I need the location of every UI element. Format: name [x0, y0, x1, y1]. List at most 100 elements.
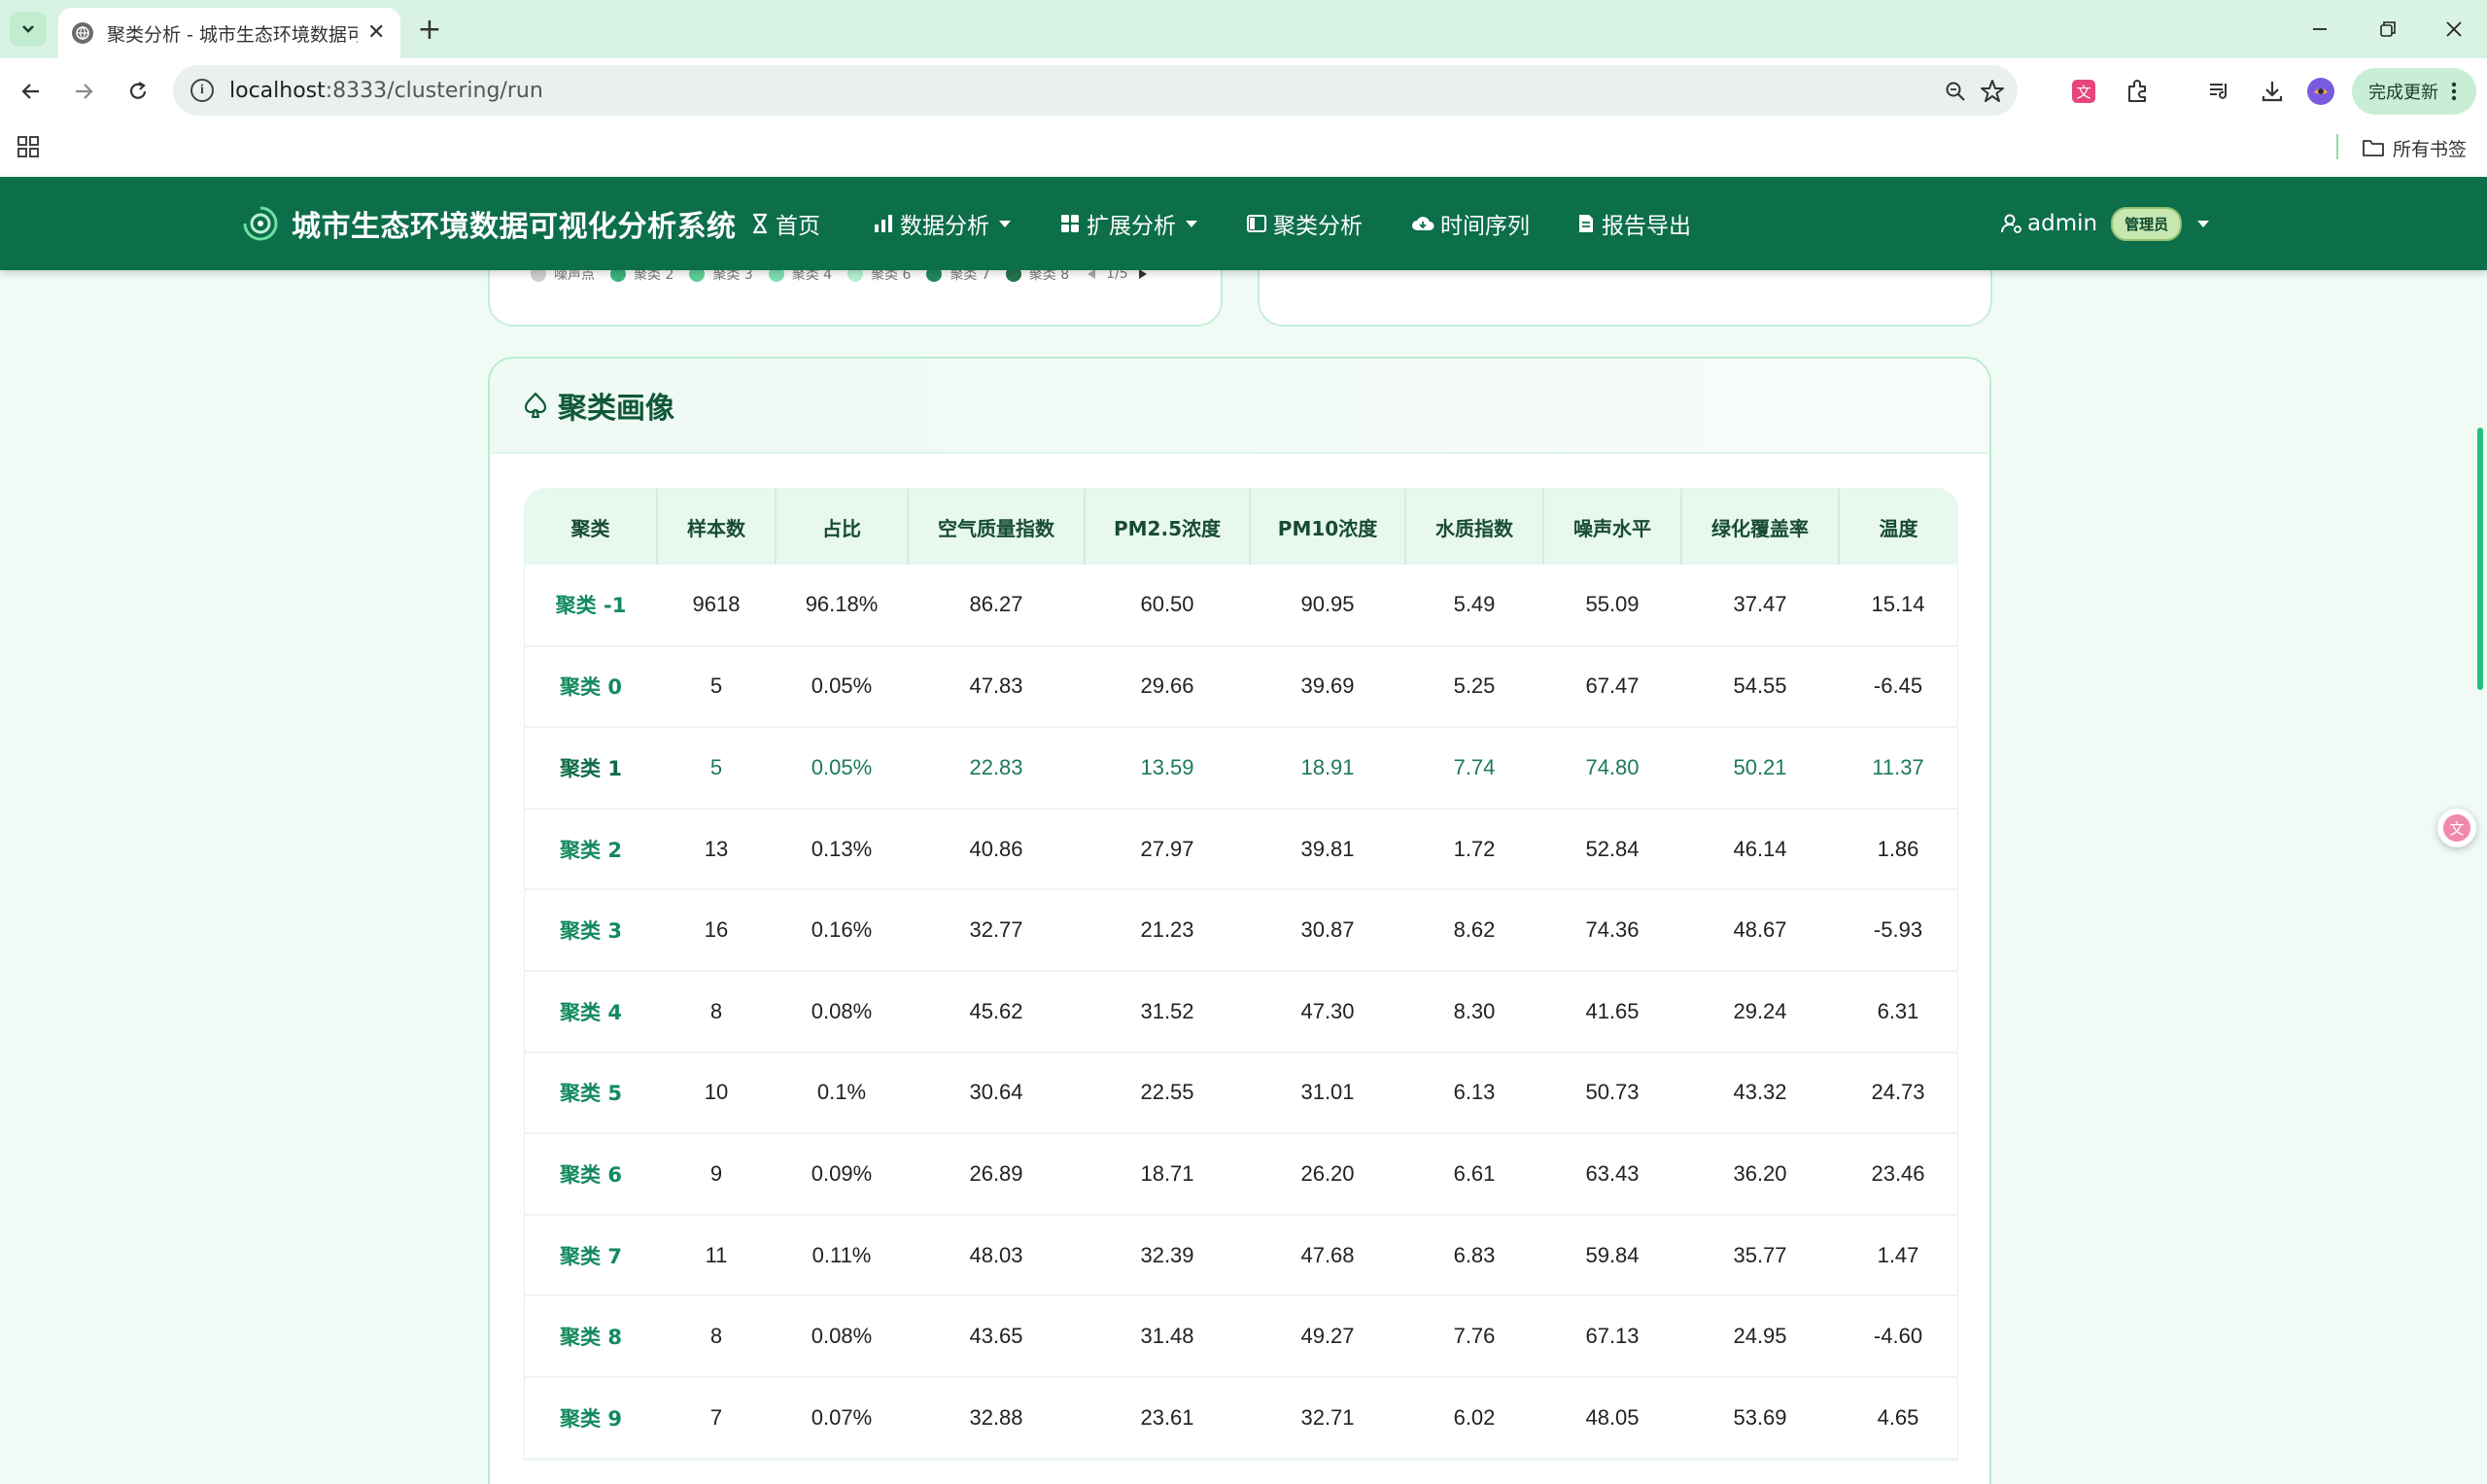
reload-icon	[129, 82, 147, 99]
table-cell: 86.27	[969, 592, 1023, 617]
column-header: PM2.5浓度	[1085, 489, 1251, 565]
bar-chart-icon	[875, 215, 892, 232]
profile-button[interactable]	[2301, 72, 2340, 111]
table-cell: 45.62	[969, 998, 1023, 1023]
svg-text:文: 文	[2076, 84, 2090, 101]
table-row: 聚类 -1 9618 96.18% 86.27 60.50 90.95 5.49 55.09 3…	[525, 565, 1957, 646]
nav-home[interactable]: 首页	[750, 206, 820, 241]
table-cell: 8.30	[1453, 998, 1496, 1023]
tab-search-button[interactable]	[10, 12, 47, 47]
page-scrollbar[interactable]	[2477, 428, 2483, 690]
forward-button[interactable]	[64, 72, 103, 111]
cloud-icon	[1412, 217, 1434, 230]
column-header: PM10浓度	[1250, 489, 1406, 565]
column-header: 温度	[1879, 516, 1918, 540]
table-cell: 31.01	[1300, 1080, 1355, 1105]
extensions-button[interactable]	[2119, 72, 2158, 111]
table-cell: 7.74	[1453, 754, 1496, 779]
table-cell: 0.05%	[811, 673, 873, 699]
download-icon	[2262, 82, 2283, 102]
close-window-button[interactable]	[2430, 10, 2478, 49]
app-navbar: 城市生态环境数据可视化分析系统 首页 数据分析 扩展分析 聚类分析 时间序列 报…	[0, 177, 2487, 270]
table-cell: 22.55	[1140, 1080, 1194, 1105]
table-cell: 39.69	[1300, 673, 1355, 699]
table-cell: 9618	[692, 592, 741, 617]
translate-float-button[interactable]: 文	[2437, 809, 2476, 847]
column-header: 聚类	[525, 489, 658, 565]
table-cell: 48.05	[1585, 1404, 1640, 1430]
table-row: 聚类 1 5 0.05% 22.83 13.59 18.91 7.74 74.80 50.21 1…	[525, 727, 1957, 809]
arrow-right-icon	[76, 84, 93, 99]
update-button[interactable]: 完成更新	[2352, 68, 2476, 115]
nav-report-export[interactable]: 报告导出	[1576, 206, 1691, 241]
table-cell: 0.08%	[811, 1324, 873, 1349]
table-cell: 6.83	[1453, 1242, 1496, 1267]
table-cell: 74.36	[1585, 917, 1640, 943]
table-cell: 54.55	[1733, 673, 1787, 699]
bookmark-star-icon[interactable]	[1979, 78, 2006, 105]
media-control-button[interactable]	[2200, 72, 2239, 111]
reload-button[interactable]	[119, 72, 157, 111]
table-row: 聚类 9 7 0.07% 32.88 23.61 32.71 6.02 48.05 53.69 4…	[525, 1377, 1957, 1459]
table-cell: 0.05%	[811, 754, 873, 779]
apps-grid-icon[interactable]	[16, 134, 43, 161]
column-header: 空气质量指数	[908, 489, 1086, 565]
table-row: 聚类 3 16 0.16% 32.77 21.23 30.87 8.62 74.36 48.67…	[525, 889, 1957, 971]
table-row: 聚类 8 8 0.08% 43.65 31.48 49.27 7.76 67.13 24.95 -…	[525, 1295, 1957, 1377]
cluster-label-cell: 聚类 1	[560, 756, 622, 780]
minimize-button[interactable]	[2296, 10, 2344, 49]
all-bookmarks-button[interactable]: 所有书签	[2362, 130, 2467, 165]
table-cell: 53.69	[1733, 1404, 1787, 1430]
cluster-label-cell: 聚类 5	[560, 1082, 622, 1106]
table-cell: 47.83	[969, 673, 1023, 699]
table-cell: 5	[709, 754, 723, 779]
translate-extension-button[interactable]: 文	[2064, 72, 2103, 111]
browser-tab-active[interactable]: 聚类分析 - 城市生态环境数据可视化分析系统 ✕	[58, 8, 400, 58]
table-cell: 41.65	[1585, 998, 1640, 1023]
puzzle-icon	[2128, 80, 2146, 102]
table-cell: 47.68	[1300, 1242, 1355, 1267]
new-tab-button[interactable]: +	[412, 12, 447, 47]
username: admin	[2027, 211, 2098, 236]
table-row: 聚类 7 11 0.11% 48.03 32.39 47.68 6.83 59.84 35.77…	[525, 1215, 1957, 1296]
table-row: 聚类 2 13 0.13% 40.86 27.97 39.81 1.72 52.84 46.14…	[525, 809, 1957, 890]
address-bar[interactable]: i localhost:8333/clustering/run	[173, 65, 2018, 116]
brand-title: 城市生态环境数据可视化分析系统	[292, 210, 737, 244]
nav-data-analysis[interactable]: 数据分析	[873, 206, 1011, 241]
table-cell: 96.18%	[805, 592, 879, 617]
table-cell: 15.14	[1871, 592, 1925, 617]
url-text: localhost:8333/clustering/run	[229, 78, 543, 103]
browser-toolbar: i localhost:8333/clustering/run 文 完成更新	[0, 58, 2487, 124]
card-title: 聚类画像	[558, 392, 674, 426]
folder-icon	[2363, 140, 2384, 156]
table-cell: 37.47	[1733, 592, 1787, 617]
downloads-button[interactable]	[2253, 72, 2292, 111]
svg-text:文: 文	[2449, 820, 2464, 838]
tab-close-icon[interactable]: ✕	[367, 22, 385, 44]
table-cell: 43.65	[969, 1324, 1023, 1349]
column-header: 噪声水平	[1543, 489, 1682, 565]
nav-time-series[interactable]: 时间序列	[1411, 206, 1530, 241]
table-cell: 0.16%	[811, 917, 873, 943]
table-row: 聚类 6 9 0.09% 26.89 18.71 26.20 6.61 63.43 36.20 2…	[525, 1133, 1957, 1215]
cluster-label-cell: 聚类 3	[560, 919, 622, 944]
bookmarks-separator	[2336, 134, 2338, 159]
caret-down-icon	[1186, 220, 1197, 227]
table-cell: 0.08%	[811, 998, 873, 1023]
user-menu[interactable]: admin 管理员	[2000, 206, 2210, 241]
table-cell: 31.52	[1140, 998, 1194, 1023]
table-cell: 9	[709, 1160, 723, 1186]
restore-button[interactable]	[2364, 10, 2412, 49]
table-cell: 22.83	[969, 754, 1023, 779]
table-cell: 32.71	[1300, 1404, 1355, 1430]
table-cell: -6.45	[1873, 673, 1923, 699]
nav-clustering[interactable]: 聚类分析	[1246, 206, 1363, 241]
nav-extended-analysis[interactable]: 扩展分析	[1059, 206, 1197, 241]
table-cell: 49.27	[1300, 1324, 1355, 1349]
brand[interactable]: 城市生态环境数据可视化分析系统	[241, 202, 737, 245]
zoom-icon[interactable]	[1942, 78, 1969, 105]
back-button[interactable]	[12, 72, 51, 111]
table-cell: 40.86	[969, 836, 1023, 861]
site-info-icon[interactable]: i	[190, 79, 214, 102]
table-cell: 6.13	[1453, 1080, 1496, 1105]
